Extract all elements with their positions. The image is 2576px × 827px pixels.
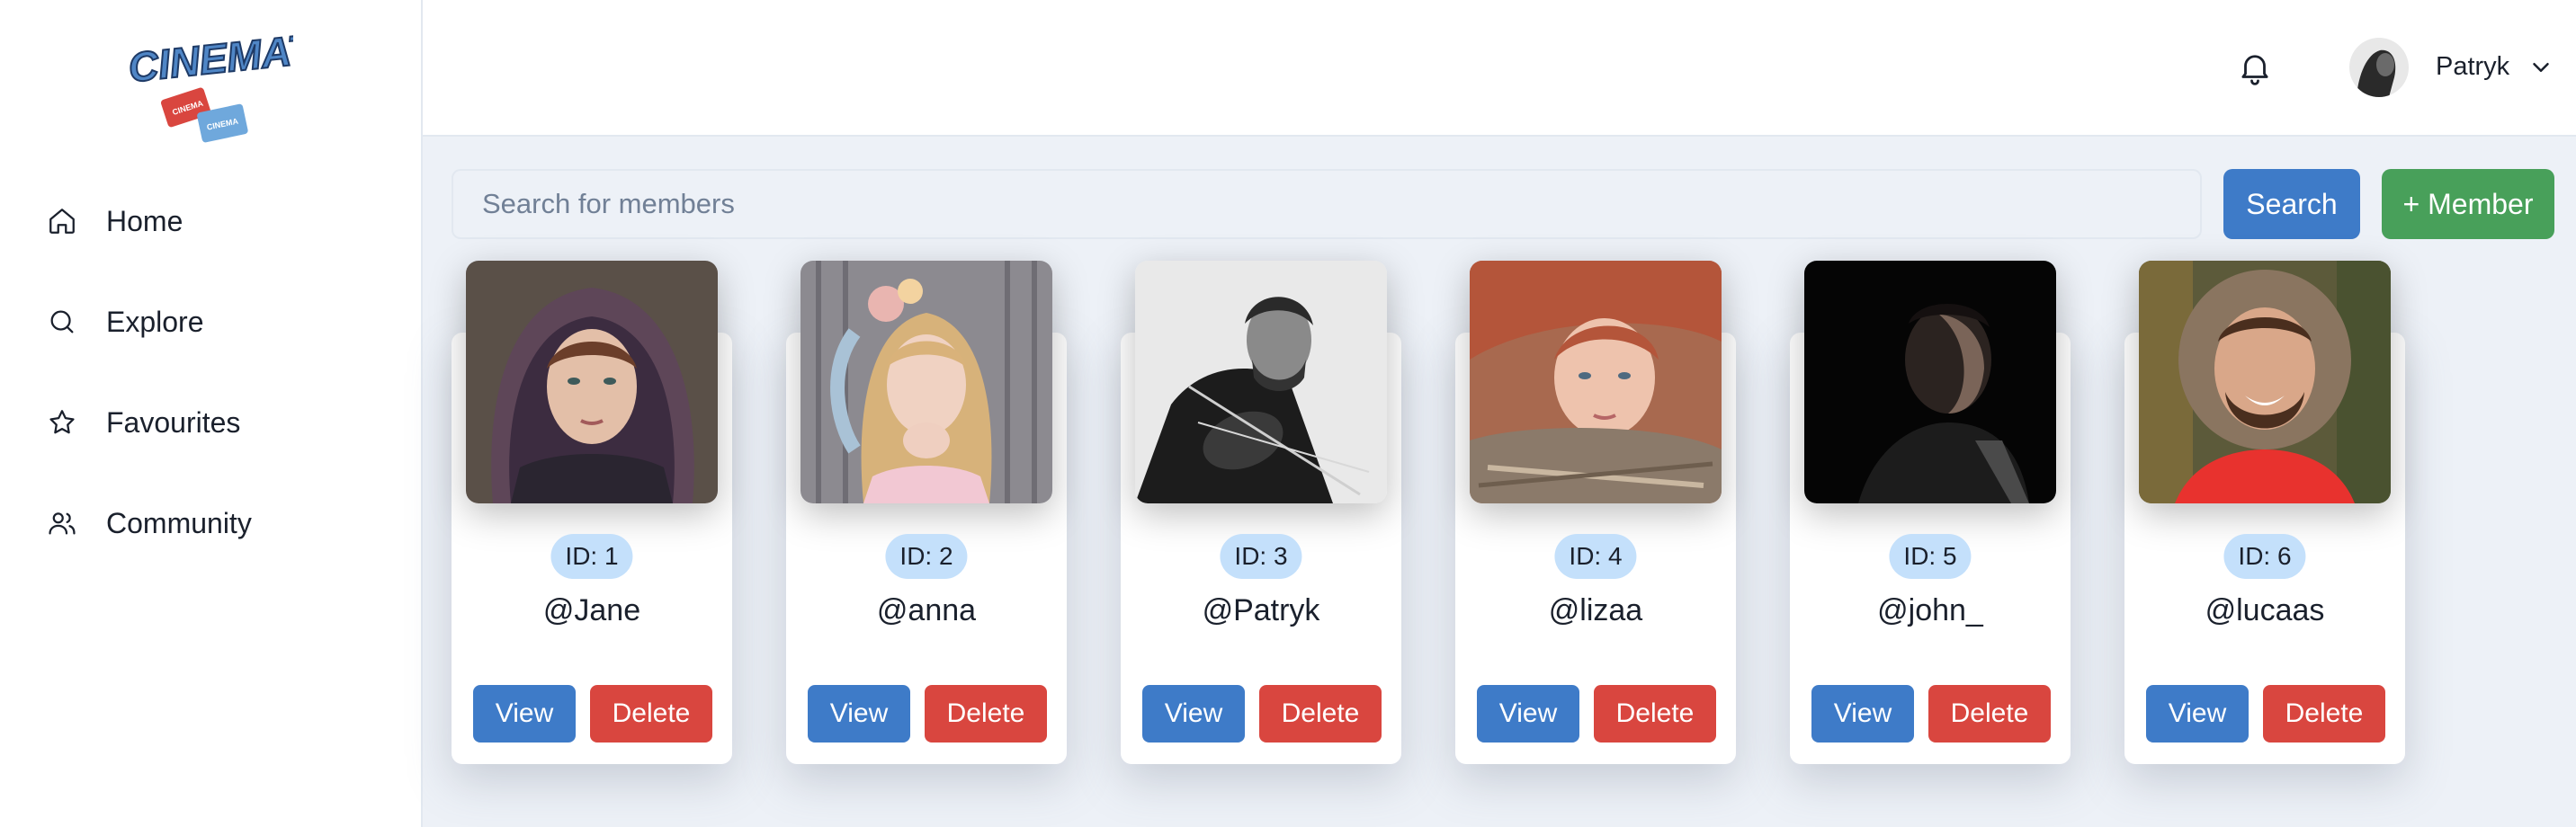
users-icon (49, 512, 76, 535)
member-handle: @Jane (542, 593, 641, 627)
notifications-button[interactable] (2236, 49, 2274, 86)
member-photo (801, 261, 1052, 503)
sidebar: CINEMATE CINEMA CINEMA Home Explore Favo… (0, 0, 423, 827)
member-id-badge: ID: 5 (1889, 534, 1972, 579)
bell-icon (2241, 55, 2268, 85)
sidebar-item-favourites[interactable]: Favourites (47, 372, 252, 473)
chevron-down-icon (2533, 63, 2549, 72)
view-member-button[interactable]: View (1142, 685, 1245, 743)
logo-text: CINEMATE (126, 22, 293, 92)
search-button[interactable]: Search (2223, 169, 2360, 239)
member-handle: @anna (876, 593, 977, 627)
search-icon (50, 310, 74, 333)
view-member-button[interactable]: View (808, 685, 910, 743)
user-name[interactable]: Patryk (2436, 52, 2509, 82)
member-photo (2139, 261, 2391, 503)
member-id-badge: ID: 3 (1220, 534, 1302, 579)
user-avatar[interactable] (2349, 38, 2409, 97)
member-photo (1804, 261, 2056, 503)
member-search-input[interactable] (452, 169, 2202, 239)
sidebar-item-explore[interactable]: Explore (47, 271, 252, 372)
view-member-button[interactable]: View (2146, 685, 2249, 743)
sidebar-item-community[interactable]: Community (47, 473, 252, 574)
sidebar-item-home[interactable]: Home (47, 171, 252, 271)
delete-member-button[interactable]: Delete (1594, 685, 1716, 743)
home-icon (49, 209, 75, 234)
delete-member-button[interactable]: Delete (925, 685, 1047, 743)
delete-member-button[interactable]: Delete (2263, 685, 2385, 743)
member-id-badge: ID: 4 (1554, 534, 1637, 579)
view-member-button[interactable]: View (473, 685, 576, 743)
member-photo (1135, 261, 1387, 503)
top-bar: Patryk (423, 0, 2576, 137)
member-handle: @lucaas (2205, 593, 2325, 627)
sidebar-item-label: Explore (106, 305, 204, 338)
delete-member-button[interactable]: Delete (1259, 685, 1382, 743)
member-id-badge: ID: 1 (550, 534, 633, 579)
member-id-badge: ID: 6 (2223, 534, 2306, 579)
sidebar-nav: Home Explore Favourites Community (47, 171, 252, 574)
sidebar-item-label: Home (106, 204, 183, 237)
member-handle: @lizaa (1548, 593, 1643, 627)
sidebar-item-label: Favourites (106, 405, 241, 439)
cinemate-logo[interactable]: CINEMATE CINEMA CINEMA (122, 20, 344, 146)
member-handle: @Patryk (1202, 593, 1320, 627)
member-handle: @john_ (1877, 593, 1983, 627)
member-id-badge: ID: 2 (885, 534, 968, 579)
delete-member-button[interactable]: Delete (590, 685, 712, 743)
view-member-button[interactable]: View (1477, 685, 1579, 743)
user-menu-toggle[interactable] (2527, 54, 2554, 81)
view-member-button[interactable]: View (1811, 685, 1914, 743)
sidebar-item-label: Community (106, 506, 252, 539)
add-member-button[interactable]: + Member (2382, 169, 2554, 239)
member-photo (1470, 261, 1722, 503)
delete-member-button[interactable]: Delete (1928, 685, 2051, 743)
star-icon (49, 410, 75, 434)
member-photo (466, 261, 718, 503)
